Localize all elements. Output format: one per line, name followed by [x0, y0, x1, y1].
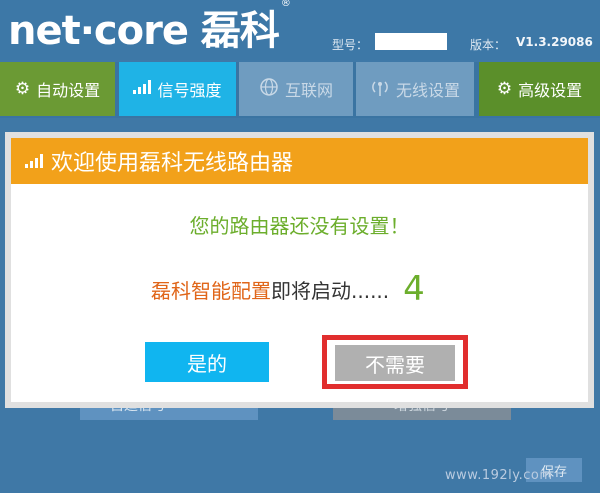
- netcore-logo: net·core 磊科®: [8, 0, 291, 56]
- highlight-box: 不需要: [322, 335, 468, 389]
- tab-label: 高级设置: [518, 81, 583, 100]
- logo-reg-mark: ®: [280, 0, 291, 9]
- header: net·core 磊科® 型号： 版本： V1.3.29086: [0, 0, 600, 60]
- tab-label: 信号强度: [157, 81, 222, 100]
- signal-bars-icon: [25, 149, 43, 173]
- tab-wireless-settings[interactable]: 无线设置: [356, 62, 474, 116]
- gear-icon: ⚙: [496, 79, 513, 99]
- tab-advanced-settings[interactable]: ⚙ 高级设置: [479, 62, 600, 116]
- dialog-body: 您的路由器还没有设置！ 磊科智能配置 即将启动...... 4 是的 不需要: [11, 184, 588, 402]
- nav-bar: ⚙ 自动设置 信号强度 互联网 无线设置 ⚙ 高级设置: [0, 62, 600, 118]
- logo-text: net·core 磊科: [8, 8, 280, 54]
- tab-label: 互联网: [284, 81, 333, 100]
- version-value: V1.3.29086: [516, 35, 593, 49]
- auto-config-message: 磊科智能配置 即将启动...... 4: [151, 272, 425, 306]
- signal-bars-icon: [133, 79, 152, 99]
- countdown-number: 4: [403, 269, 425, 309]
- tab-label: 无线设置: [395, 81, 460, 100]
- welcome-dialog: 欢迎使用磊科无线路由器 您的路由器还没有设置！ 磊科智能配置 即将启动.....…: [5, 132, 594, 408]
- wireless-icon: [370, 77, 390, 102]
- launch-text: 即将启动......: [271, 278, 390, 303]
- version-label: 版本：: [470, 38, 507, 52]
- model-value: [375, 33, 447, 50]
- tab-label: 自动设置: [36, 81, 101, 100]
- dialog-title: 欢迎使用磊科无线路由器: [51, 151, 294, 176]
- not-configured-message: 您的路由器还没有设置！: [189, 214, 410, 238]
- globe-icon: [259, 77, 279, 102]
- tab-internet[interactable]: 互联网: [239, 62, 353, 116]
- gear-icon: ⚙: [14, 79, 31, 99]
- dialog-header: 欢迎使用磊科无线路由器: [11, 138, 588, 184]
- smart-config-label: 磊科智能配置: [151, 278, 271, 303]
- watermark: www.192ly.com: [445, 468, 553, 483]
- model-label: 型号：: [332, 38, 369, 52]
- tab-signal-strength[interactable]: 信号强度: [119, 62, 236, 116]
- yes-button[interactable]: 是的: [145, 342, 269, 382]
- tab-auto-setup[interactable]: ⚙ 自动设置: [0, 62, 115, 116]
- no-thanks-button[interactable]: 不需要: [335, 345, 455, 381]
